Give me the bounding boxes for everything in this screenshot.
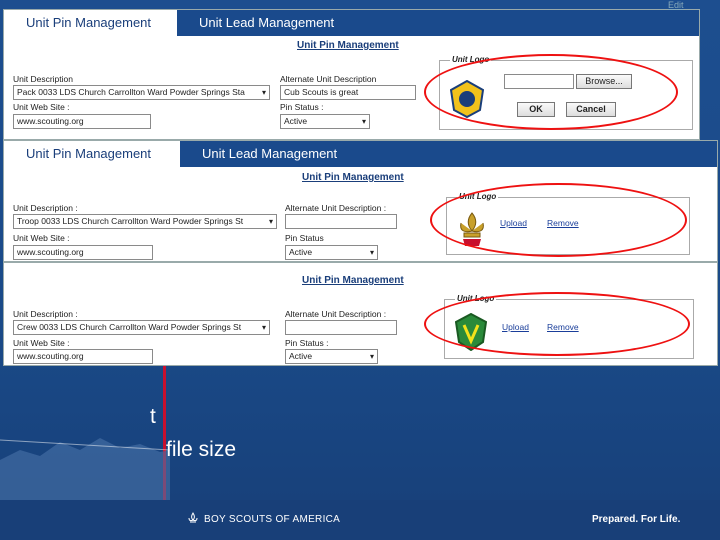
web-site-input[interactable]: www.scouting.org: [13, 245, 153, 260]
unit-description-label: Unit Description :: [13, 203, 78, 213]
pin-status-label: Pin Status :: [280, 102, 324, 112]
page-title: Unit Pin Management: [302, 172, 404, 183]
web-site-label: Unit Web Site :: [13, 102, 70, 112]
highlight-oval-2: [430, 183, 687, 257]
page-title: Unit Pin Management: [297, 40, 399, 51]
pin-status-label: Pin Status: [285, 233, 324, 243]
pin-status-select[interactable]: Active: [285, 245, 378, 260]
footer-tagline: Prepared. For Life.: [592, 514, 681, 525]
pin-status-label: Pin Status :: [285, 338, 329, 348]
pin-status-select[interactable]: Active: [280, 114, 370, 129]
mountain-climber-graphic: [0, 438, 170, 500]
web-site-input[interactable]: www.scouting.org: [13, 114, 151, 129]
unit-description-select[interactable]: Troop 0033 LDS Church Carrollton Ward Po…: [13, 214, 277, 229]
unit-description-label: Unit Description: [13, 74, 73, 84]
highlight-oval-1: [424, 54, 678, 130]
pin-status-select[interactable]: Active: [285, 349, 378, 364]
tab-unit-pin-management[interactable]: Unit Pin Management: [4, 10, 177, 36]
web-site-label: Unit Web Site :: [13, 233, 70, 243]
highlight-oval-3: [424, 292, 690, 356]
alternate-description-input[interactable]: [285, 214, 397, 229]
tab-unit-lead-management[interactable]: Unit Lead Management: [180, 141, 717, 167]
bullet-text-1: t: [150, 405, 156, 428]
unit-description-select[interactable]: Crew 0033 LDS Church Carrollton Ward Pow…: [13, 320, 270, 335]
tab-unit-lead-management[interactable]: Unit Lead Management: [177, 10, 699, 36]
tab-unit-pin-management[interactable]: Unit Pin Management: [4, 141, 180, 167]
alternate-description-input[interactable]: [285, 320, 397, 335]
web-site-label: Unit Web Site :: [13, 338, 70, 348]
page-title: Unit Pin Management: [302, 275, 404, 286]
alternate-description-label: Alternate Unit Description: [280, 74, 377, 84]
alternate-description-input[interactable]: Cub Scouts is great: [280, 85, 416, 100]
alternate-description-label: Alternate Unit Description :: [285, 203, 387, 213]
unit-description-label: Unit Description :: [13, 309, 78, 319]
web-site-input[interactable]: www.scouting.org: [13, 349, 153, 364]
edit-link[interactable]: Edit: [668, 0, 684, 10]
alternate-description-label: Alternate Unit Description :: [285, 309, 387, 319]
bullet-text-2: file size: [166, 438, 237, 461]
footer-brand: BOY SCOUTS OF AMERICA: [204, 514, 341, 525]
unit-description-select[interactable]: Pack 0033 LDS Church Carrollton Ward Pow…: [13, 85, 270, 100]
fleur-de-lis-icon: [188, 512, 198, 523]
